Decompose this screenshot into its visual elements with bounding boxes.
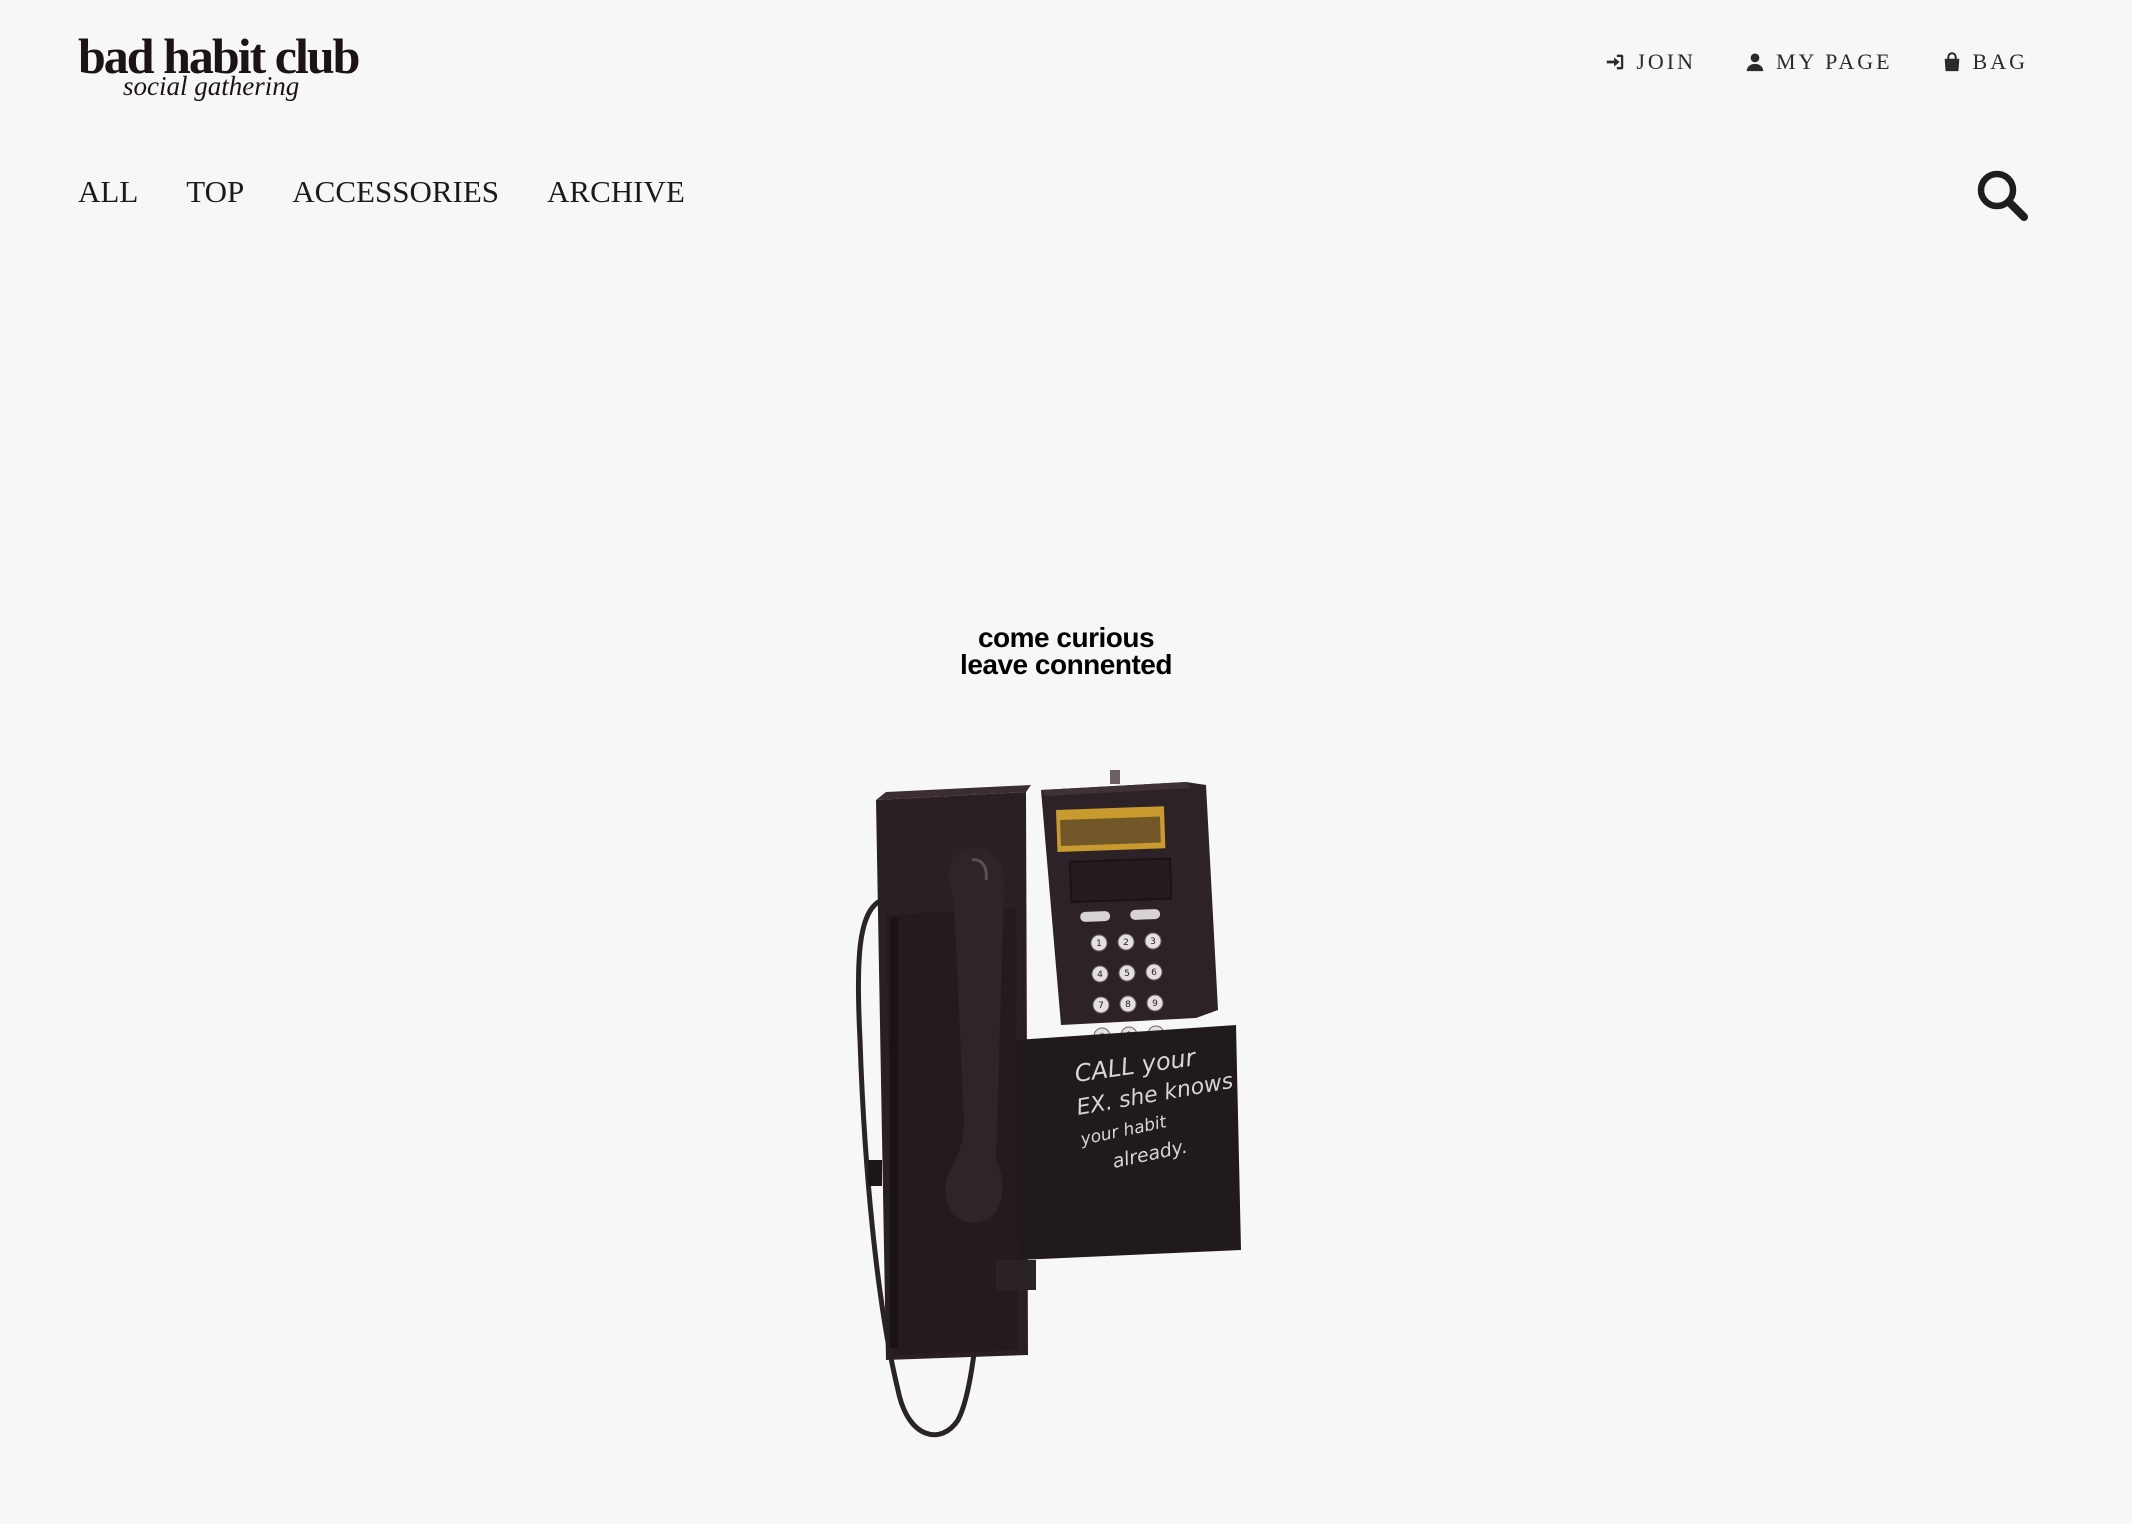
key-9: 9 bbox=[1152, 999, 1158, 1009]
sign-in-icon bbox=[1604, 51, 1626, 73]
join-link[interactable]: JOIN bbox=[1604, 48, 1696, 76]
key-3: 3 bbox=[1150, 937, 1156, 947]
utility-nav: JOIN MY PAGE BAG bbox=[1604, 48, 2028, 76]
bag-link[interactable]: BAG bbox=[1941, 48, 2028, 76]
hero-tagline-line-1: come curious bbox=[977, 622, 1155, 653]
key-5: 5 bbox=[1124, 969, 1130, 979]
hero-tagline-line-2: leave connented bbox=[960, 649, 1172, 680]
nav-item-all[interactable]: ALL bbox=[78, 172, 138, 212]
nav-item-top[interactable]: TOP bbox=[186, 172, 244, 212]
key-8: 8 bbox=[1125, 1000, 1131, 1010]
key-4: 4 bbox=[1097, 970, 1103, 980]
search-button[interactable] bbox=[1975, 168, 2029, 222]
my-page-link[interactable]: MY PAGE bbox=[1744, 48, 1893, 76]
bag-label: BAG bbox=[1972, 49, 2028, 74]
main-nav: ALL TOP ACCESSORIES ARCHIVE bbox=[78, 172, 685, 212]
nav-item-accessories[interactable]: ACCESSORIES bbox=[292, 172, 499, 212]
brand-tagline: social gathering bbox=[123, 71, 300, 101]
shopping-bag-icon bbox=[1941, 51, 1963, 73]
join-label: JOIN bbox=[1636, 49, 1696, 74]
payphone-image: 1 2 3 4 5 6 7 8 9 * 0 # CALL your EX. sh… bbox=[846, 740, 1286, 1450]
key-1: 1 bbox=[1096, 939, 1102, 949]
site-header: bad habit club social gathering JOIN MY … bbox=[0, 0, 2132, 240]
my-page-label: MY PAGE bbox=[1775, 49, 1893, 74]
key-2: 2 bbox=[1123, 938, 1129, 948]
nav-item-archive[interactable]: ARCHIVE bbox=[547, 172, 685, 212]
hero-section: come curious leave connented 1 2 3 4 5 6… bbox=[0, 240, 2132, 1524]
user-icon bbox=[1744, 51, 1766, 73]
search-icon bbox=[1975, 168, 2029, 222]
hero-tagline: come curious leave connented bbox=[866, 622, 1266, 680]
key-6: 6 bbox=[1151, 968, 1157, 978]
key-7: 7 bbox=[1098, 1001, 1104, 1011]
brand-logo[interactable]: bad habit club social gathering bbox=[78, 28, 388, 101]
